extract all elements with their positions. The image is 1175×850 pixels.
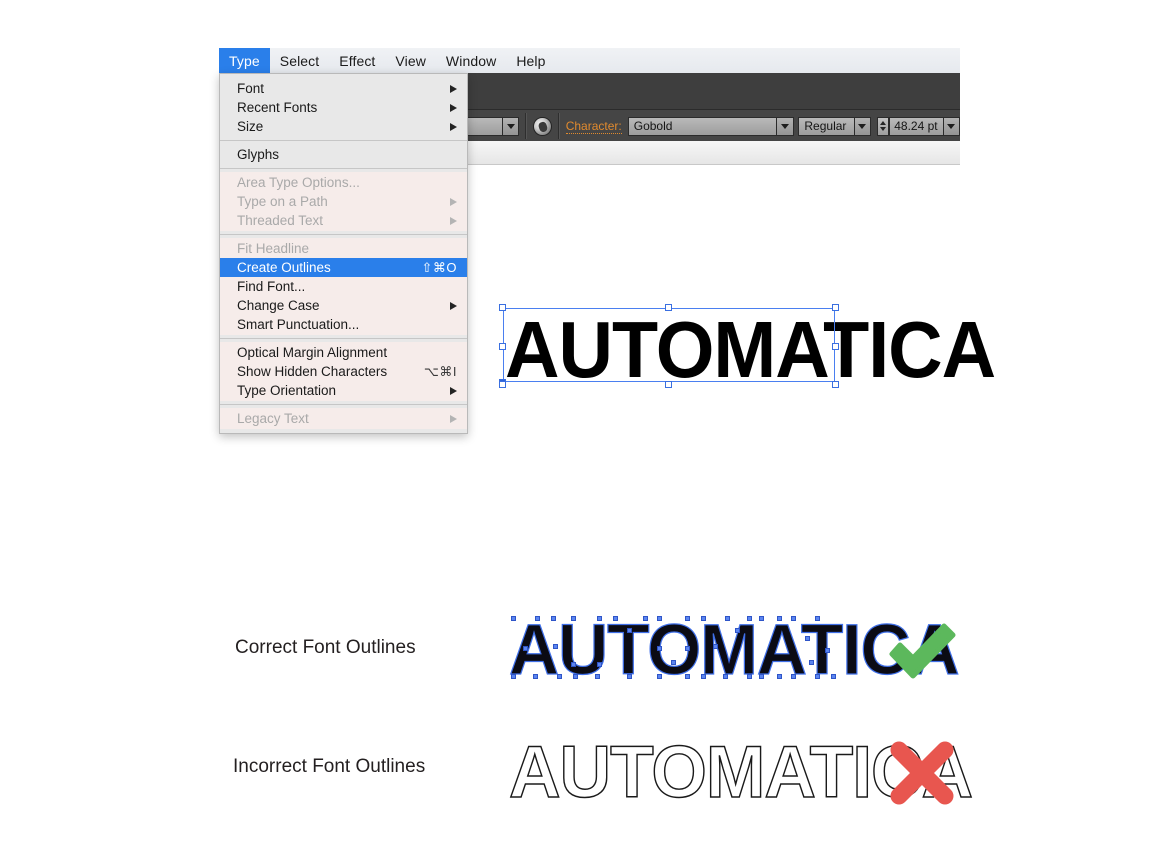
font-style-dropdown-button[interactable] [854,116,871,136]
menu-divider [220,234,467,235]
submenu-arrow-icon [450,301,457,310]
menu-section-legacy: Legacy Text [220,408,467,429]
menu-section-outlines: Fit Headline Create Outlines ⇧⌘O Find Fo… [220,238,467,335]
chevron-down-icon [947,123,956,129]
check-icon [889,623,956,679]
menu-bar: Type Select Effect View Window Help [219,48,960,74]
menu-section-font: Font Recent Fonts Size [220,78,467,137]
fill-style-dropdown-button[interactable] [503,116,520,136]
menu-divider [220,140,467,141]
menu-item-legacy-text: Legacy Text [220,409,467,428]
submenu-arrow-icon [450,414,457,423]
menu-item-glyphs[interactable]: Glyphs [220,145,467,164]
menubar-item-view[interactable]: View [385,48,436,73]
menubar-item-select[interactable]: Select [270,48,330,73]
font-family-field[interactable]: Gobold [627,116,778,136]
submenu-arrow-icon [450,197,457,206]
submenu-arrow-icon [450,103,457,112]
menu-item-find-font[interactable]: Find Font... [220,277,467,296]
submenu-arrow-icon [450,216,457,225]
menubar-item-window[interactable]: Window [436,48,506,73]
font-family-dropdown-button[interactable] [777,116,794,136]
label-correct-font-outlines: Correct Font Outlines [235,637,416,658]
submenu-arrow-icon [450,122,457,131]
sample-correct-outlines: AUTOMATICA [508,613,960,686]
menu-divider [220,168,467,169]
menu-item-type-orientation[interactable]: Type Orientation [220,381,467,400]
menu-item-size[interactable]: Size [220,117,467,136]
menu-item-threaded-text: Threaded Text [220,211,467,230]
submenu-arrow-icon [450,84,457,93]
menu-item-shortcut: ⇧⌘O [421,259,457,275]
submenu-arrow-icon [450,386,457,395]
menu-item-fit-headline: Fit Headline [237,241,310,256]
menu-item-font[interactable]: Font [220,79,467,98]
artboard-text-object[interactable]: AUTOMATICA [505,309,996,390]
font-style-field[interactable]: Regular [798,116,855,136]
menu-item-area-type-options: Area Type Options... [237,175,360,190]
menu-item-smart-punctuation[interactable]: Smart Punctuation... [220,315,467,334]
chevron-down-icon [506,123,515,129]
font-size-field[interactable]: 48.24 pt [889,116,944,136]
appearance-swatch-icon[interactable] [533,116,552,136]
character-panel-label[interactable]: Character: [565,119,622,134]
label-incorrect-font-outlines: Incorrect Font Outlines [233,756,426,777]
menu-divider [220,338,467,339]
menu-section-area-type: Area Type Options... Type on a Path Thre… [220,172,467,231]
toolbar-divider [525,113,528,139]
menu-item-shortcut: ⌥⌘I [423,363,457,379]
menu-item-recent-fonts[interactable]: Recent Fonts [220,98,467,117]
menubar-item-type[interactable]: Type [219,48,270,73]
fill-style-field[interactable] [464,116,504,136]
menu-item-optical-margin-alignment[interactable]: Optical Margin Alignment [220,343,467,362]
menu-item-show-hidden-characters[interactable]: Show Hidden Characters ⌥⌘I [220,362,467,381]
chevron-down-icon [780,123,789,129]
font-size-stepper[interactable] [876,116,890,136]
toolbar-divider [557,113,560,139]
menu-divider [220,404,467,405]
menubar-item-effect[interactable]: Effect [329,48,385,73]
chevron-down-icon [858,123,867,129]
menu-section-glyphs: Glyphs [220,144,467,165]
menu-item-create-outlines[interactable]: Create Outlines ⇧⌘O [220,258,467,277]
menu-item-type-on-a-path: Type on a Path [220,192,467,211]
menu-item-change-case[interactable]: Change Case [220,296,467,315]
font-size-dropdown-button[interactable] [943,116,960,136]
menubar-item-help[interactable]: Help [506,48,555,73]
cross-icon [890,741,954,805]
menu-section-alignment: Optical Margin Alignment Show Hidden Cha… [220,342,467,401]
type-dropdown-menu: Font Recent Fonts Size Glyphs Area Type … [219,73,468,434]
